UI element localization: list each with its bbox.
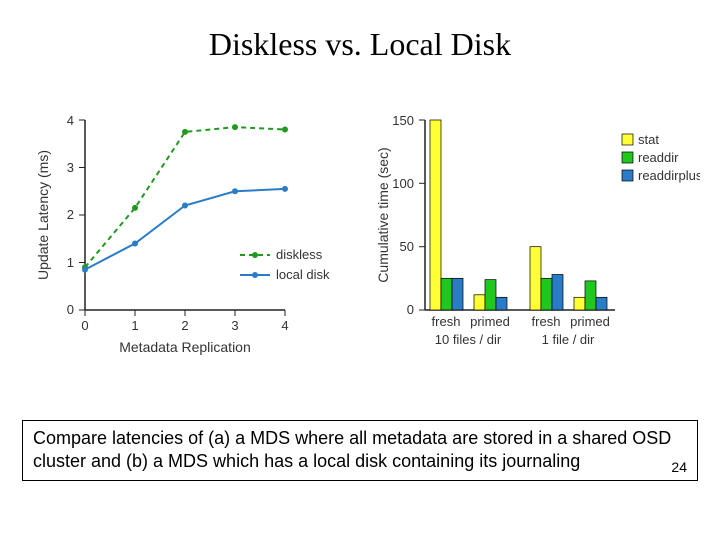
xlab-fresh-1: fresh bbox=[432, 314, 461, 329]
ytick-1: 1 bbox=[67, 255, 74, 270]
legend-readdir: readdir bbox=[638, 150, 679, 165]
ytick-0: 0 bbox=[67, 302, 74, 317]
bars-g3 bbox=[530, 247, 563, 310]
xtick-0: 0 bbox=[81, 318, 88, 333]
caption-text: Compare latencies of (a) a MDS where all… bbox=[33, 428, 671, 471]
page-title: Diskless vs. Local Disk bbox=[0, 26, 720, 63]
ytick-4: 4 bbox=[67, 113, 74, 128]
bars-g2 bbox=[474, 280, 507, 310]
right-legend: stat readdir readdirplus bbox=[622, 132, 700, 183]
series-localdisk-markers bbox=[82, 186, 288, 273]
series-diskless-markers bbox=[82, 124, 288, 270]
right-ylabel: Cumulative time (sec) bbox=[375, 147, 391, 282]
bars-g4 bbox=[574, 281, 607, 310]
legend-stat: stat bbox=[638, 132, 659, 147]
xlab-primed-2: primed bbox=[570, 314, 610, 329]
legend-readdirplus: readdirplus bbox=[638, 168, 700, 183]
ytick-2: 2 bbox=[67, 207, 74, 222]
caption-box: Compare latencies of (a) a MDS where all… bbox=[22, 420, 698, 481]
axes bbox=[79, 120, 285, 316]
xtick-1: 1 bbox=[131, 318, 138, 333]
right-bar-chart: 0 50 100 150 fresh primed fresh primed 1… bbox=[370, 100, 700, 380]
xtick-2: 2 bbox=[181, 318, 188, 333]
r-ytick-100: 100 bbox=[392, 176, 414, 191]
legend-localdisk: local disk bbox=[276, 267, 330, 282]
series-diskless bbox=[85, 127, 285, 267]
bars-g1 bbox=[430, 120, 463, 310]
r-ytick-150: 150 bbox=[392, 113, 414, 128]
xtick-3: 3 bbox=[231, 318, 238, 333]
left-xlabel: Metadata Replication bbox=[119, 339, 251, 355]
r-ytick-0: 0 bbox=[407, 302, 414, 317]
xlab-primed-1: primed bbox=[470, 314, 510, 329]
xlab-fresh-2: fresh bbox=[532, 314, 561, 329]
left-legend: diskless local disk bbox=[240, 247, 330, 282]
xlab-1f: 1 file / dir bbox=[542, 332, 595, 347]
r-ytick-50: 50 bbox=[400, 239, 414, 254]
legend-diskless: diskless bbox=[276, 247, 323, 262]
left-ylabel: Update Latency (ms) bbox=[35, 150, 51, 280]
slide-number: 24 bbox=[671, 459, 687, 477]
ytick-3: 3 bbox=[67, 160, 74, 175]
xlab-10f: 10 files / dir bbox=[435, 332, 502, 347]
left-line-chart: 0 1 2 3 4 0 1 2 3 4 Metadata Replication… bbox=[30, 100, 360, 380]
xtick-4: 4 bbox=[281, 318, 288, 333]
